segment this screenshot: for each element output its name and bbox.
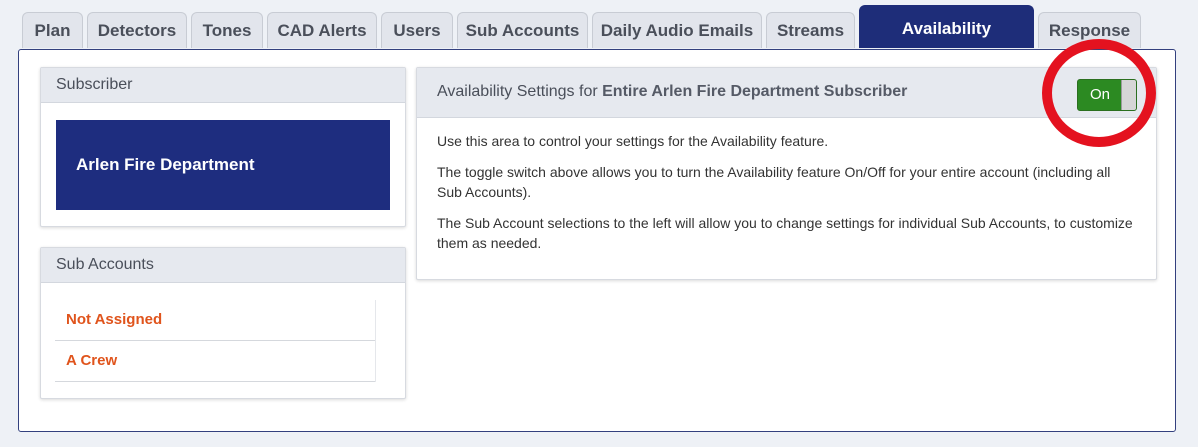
tab-response[interactable]: Response: [1038, 12, 1141, 48]
tab-streams[interactable]: Streams: [766, 12, 855, 48]
availability-description: Use this area to control your settings f…: [417, 118, 1156, 253]
toggle-knob[interactable]: [1121, 80, 1136, 110]
sub-accounts-panel-title: Sub Accounts: [41, 248, 405, 283]
sub-account-a-crew[interactable]: A Crew: [55, 341, 375, 382]
availability-paragraph-1: Use this area to control your settings f…: [437, 133, 829, 149]
availability-toggle-switch[interactable]: On: [1077, 79, 1137, 111]
availability-panel-title: Availability Settings for Entire Arlen F…: [417, 68, 1156, 118]
subscriber-panel-title: Subscriber: [41, 68, 405, 103]
tab-daily-audio-emails[interactable]: Daily Audio Emails: [592, 12, 762, 48]
content-area: Subscriber Arlen Fire Department Sub Acc…: [18, 49, 1176, 432]
availability-paragraph-3: The Sub Account selections to the left w…: [437, 215, 1133, 251]
tab-cad-alerts[interactable]: CAD Alerts: [267, 12, 377, 48]
availability-title-target: Entire Arlen Fire Department Subscriber: [602, 83, 908, 100]
tab-availability[interactable]: Availability: [859, 5, 1034, 48]
sub-accounts-panel: Sub Accounts Not Assigned A Crew: [40, 247, 406, 399]
subscriber-selected-item[interactable]: Arlen Fire Department: [56, 120, 390, 210]
availability-panel: Availability Settings for Entire Arlen F…: [416, 67, 1157, 280]
tab-users[interactable]: Users: [381, 12, 453, 48]
sub-account-not-assigned[interactable]: Not Assigned: [55, 300, 375, 341]
tab-plan[interactable]: Plan: [22, 12, 83, 48]
subscriber-panel: Subscriber Arlen Fire Department: [40, 67, 406, 227]
tab-detectors[interactable]: Detectors: [87, 12, 187, 48]
sub-accounts-list: Not Assigned A Crew: [55, 300, 376, 382]
toggle-state-label: On: [1089, 86, 1110, 103]
availability-title-prefix: Availability Settings for: [437, 83, 603, 100]
availability-paragraph-2: The toggle switch above allows you to tu…: [437, 164, 1111, 200]
tab-tones[interactable]: Tones: [191, 12, 263, 48]
tab-sub-accounts[interactable]: Sub Accounts: [457, 12, 588, 48]
